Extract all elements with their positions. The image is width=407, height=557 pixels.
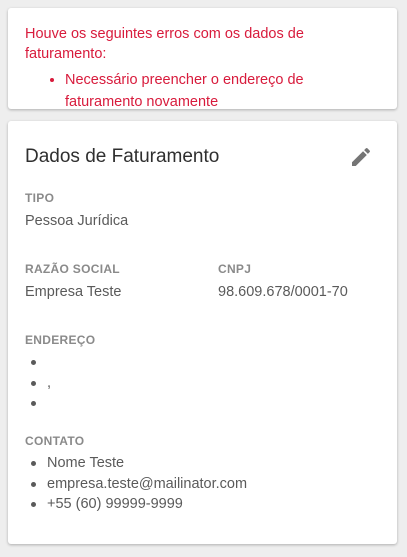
error-item: Necessário preencher o endereço de fatur… [65,69,380,113]
endereco-line: , [25,373,95,394]
edit-button[interactable] [349,145,373,169]
endereco-line [25,393,95,414]
tipo-value: Pessoa Jurídica [25,213,129,229]
tipo-label: TIPO [25,191,55,205]
tipo-field: TIPO Pessoa Jurídica [25,191,128,231]
error-title: Houve os seguintes erros com os dados de… [25,26,304,62]
cnpj-label: CNPJ [218,262,252,276]
contato-list: Nome Teste empresa.teste@mailinator.com … [25,453,247,515]
error-card: Houve os seguintes erros com os dados de… [8,8,397,110]
contato-field: CONTATO Nome Teste empresa.teste@mailina… [25,434,247,515]
endereco-field: ENDEREÇO , [25,333,95,414]
billing-card: Dados de Faturamento TIPO Pessoa Jurídic… [8,121,397,544]
pencil-icon [352,147,371,166]
contato-name: Nome Teste [25,453,247,474]
billing-header: Dados de Faturamento [24,121,381,191]
endereco-label: ENDEREÇO [25,333,96,347]
cnpj-value: 98.609.678/0001-70 [218,284,348,300]
razao-social-label: RAZÃO SOCIAL [25,262,120,276]
cnpj-field: CNPJ 98.609.678/0001-70 [218,262,348,302]
contato-email: empresa.teste@mailinator.com [25,474,247,495]
billing-title: Dados de Faturamento [25,146,220,167]
endereco-list: , [25,352,95,414]
razao-social-value: Empresa Teste [25,284,122,300]
endereco-line [25,352,95,373]
contato-label: CONTATO [25,434,85,448]
contato-phone: +55 (60) 99999-9999 [25,494,247,515]
razao-social-field: RAZÃO SOCIAL Empresa Teste [25,262,121,302]
error-list: Necessário preencher o endereço de fatur… [25,69,380,113]
